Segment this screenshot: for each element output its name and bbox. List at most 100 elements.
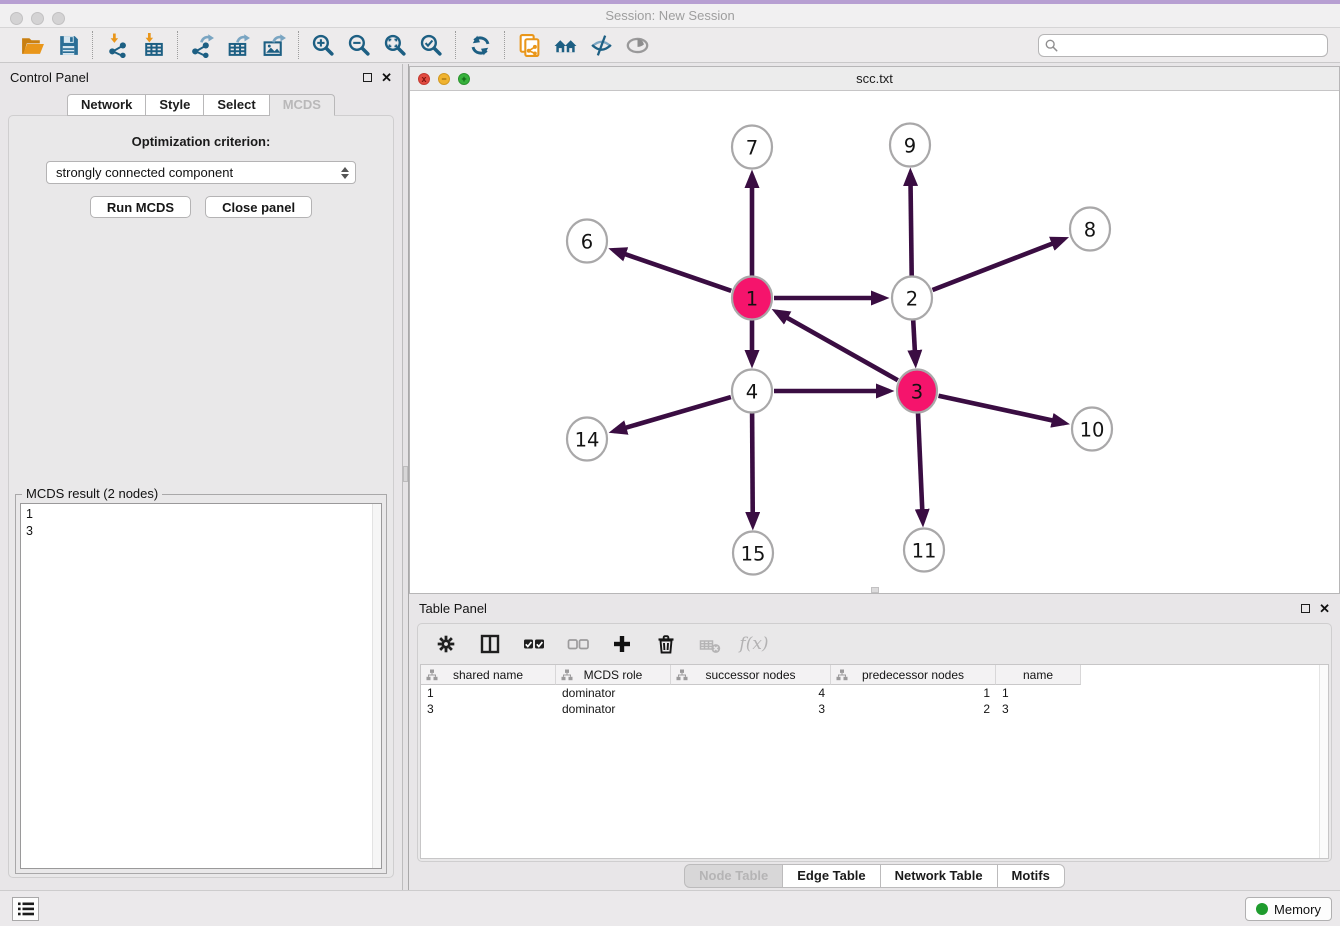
export-image-button[interactable]	[259, 31, 289, 59]
table-cell[interactable]: 3	[421, 701, 556, 717]
optimization-criterion-select[interactable]: strongly connected component	[46, 161, 356, 184]
refresh-view-button[interactable]	[465, 31, 495, 59]
panel-splitter-vertical[interactable]	[402, 64, 409, 890]
column-header-shared-name[interactable]: shared name	[421, 665, 556, 685]
control-panel-float-icon[interactable]	[363, 73, 372, 82]
table-panel-float-icon[interactable]	[1301, 604, 1310, 613]
network-view-titlebar[interactable]: x − + scc.txt	[410, 67, 1339, 91]
show-columns-button[interactable]	[478, 632, 502, 656]
network-close-icon[interactable]: x	[418, 73, 430, 85]
edge-1-6[interactable]	[614, 250, 732, 291]
table-cell[interactable]: 2	[831, 701, 996, 717]
table-scrollbar[interactable]	[1319, 665, 1328, 858]
splitter-grip-icon[interactable]	[403, 466, 408, 482]
tab-node-table[interactable]: Node Table	[684, 864, 783, 888]
table-row[interactable]: 1dominator411	[421, 685, 1328, 701]
tab-edge-table[interactable]: Edge Table	[783, 864, 880, 888]
column-header-name[interactable]: name	[996, 665, 1081, 685]
edge-2-8[interactable]	[933, 239, 1064, 290]
save-session-button[interactable]	[53, 31, 83, 59]
column-header-MCDS-role[interactable]: MCDS role	[556, 665, 671, 685]
window-traffic-lights[interactable]	[10, 12, 65, 25]
table-cell[interactable]: 3	[671, 701, 831, 717]
node-4[interactable]: 4	[732, 370, 772, 413]
mcds-result-scrollbar[interactable]	[372, 504, 381, 868]
table-cell[interactable]: 1	[996, 685, 1081, 701]
show-all-button[interactable]	[622, 31, 652, 59]
window-zoom-icon[interactable]	[52, 12, 65, 25]
table-cell[interactable]: dominator	[556, 701, 671, 717]
mcds-result-title: MCDS result (2 nodes)	[22, 486, 162, 501]
export-network-button[interactable]	[187, 31, 217, 59]
import-network-button[interactable]	[102, 31, 132, 59]
edge-3-1[interactable]	[776, 312, 897, 381]
table-cell[interactable]: 3	[996, 701, 1081, 717]
delete-column-button[interactable]	[654, 632, 678, 656]
tab-mcds[interactable]: MCDS	[270, 94, 335, 116]
network-minimize-icon[interactable]: −	[438, 73, 450, 85]
network-canvas[interactable]: 7 9 6 8 1 2 4 3 14 10 15 11	[410, 91, 1339, 593]
hide-selected-button[interactable]	[586, 31, 616, 59]
table-row[interactable]: 3dominator323	[421, 701, 1328, 717]
zoom-selected-button[interactable]	[416, 31, 446, 59]
edge-2-3[interactable]	[913, 320, 915, 363]
table-cell[interactable]: 4	[671, 685, 831, 701]
export-table-button[interactable]	[223, 31, 253, 59]
search-input[interactable]	[1038, 34, 1328, 57]
tab-motifs[interactable]: Motifs	[998, 864, 1065, 888]
edge-3-10[interactable]	[939, 396, 1065, 423]
first-neighbors-button[interactable]	[550, 31, 580, 59]
table-panel: Table Panel ✕ f(x) shared name MCDS role…	[409, 595, 1340, 890]
deselect-all-checks-icon	[567, 633, 589, 655]
add-column-button[interactable]	[610, 632, 634, 656]
open-session-button[interactable]	[17, 31, 47, 59]
node-3[interactable]: 3	[897, 370, 937, 413]
window-close-icon[interactable]	[10, 12, 23, 25]
table-panel-body: f(x) shared name MCDS role successor nod…	[417, 623, 1332, 862]
zoom-fit-button[interactable]	[380, 31, 410, 59]
edge-2-9[interactable]	[910, 173, 911, 276]
node-1[interactable]: 1	[732, 277, 772, 320]
memory-button[interactable]: Memory	[1245, 897, 1332, 921]
window-minimize-icon[interactable]	[31, 12, 44, 25]
run-mcds-button[interactable]: Run MCDS	[90, 196, 191, 218]
node-6[interactable]: 6	[567, 220, 607, 263]
edge-4-14[interactable]	[614, 397, 731, 431]
table-settings-button[interactable]	[434, 632, 458, 656]
node-8[interactable]: 8	[1070, 208, 1110, 251]
close-panel-button[interactable]: Close panel	[205, 196, 312, 218]
column-header-predecessor-nodes[interactable]: predecessor nodes	[831, 665, 996, 685]
tab-select[interactable]: Select	[204, 94, 269, 116]
node-10[interactable]: 10	[1072, 408, 1112, 451]
zoom-out-button[interactable]	[344, 31, 374, 59]
node-2[interactable]: 2	[892, 277, 932, 320]
duplicate-network-button[interactable]	[514, 31, 544, 59]
search-icon	[1045, 39, 1058, 52]
tab-network-table[interactable]: Network Table	[881, 864, 998, 888]
edge-4-15[interactable]	[752, 413, 753, 525]
table-panel-close-icon[interactable]: ✕	[1319, 602, 1330, 615]
edge-3-11[interactable]	[918, 413, 923, 522]
import-table-icon	[141, 33, 166, 58]
tab-style[interactable]: Style	[146, 94, 204, 116]
node-14[interactable]: 14	[567, 418, 607, 461]
table-cell[interactable]: 1	[421, 685, 556, 701]
table-cell[interactable]: dominator	[556, 685, 671, 701]
splitter-grip-horizontal-icon[interactable]	[871, 587, 879, 593]
node-7[interactable]: 7	[732, 126, 772, 169]
task-history-button[interactable]	[12, 897, 39, 921]
tab-network[interactable]: Network	[67, 94, 146, 116]
select-all-checks-button[interactable]	[522, 632, 546, 656]
deselect-all-checks-button[interactable]	[566, 632, 590, 656]
network-maximize-icon[interactable]: +	[458, 73, 470, 85]
zoom-in-button[interactable]	[308, 31, 338, 59]
mcds-result-text[interactable]: 1 3	[20, 503, 382, 869]
column-header-successor-nodes[interactable]: successor nodes	[671, 665, 831, 685]
control-panel-close-icon[interactable]: ✕	[381, 71, 392, 84]
node-9[interactable]: 9	[890, 124, 930, 167]
import-table-button[interactable]	[138, 31, 168, 59]
node-11[interactable]: 11	[904, 529, 944, 572]
node-15[interactable]: 15	[733, 532, 773, 575]
zoom-in-icon	[311, 33, 336, 58]
table-cell[interactable]: 1	[831, 685, 996, 701]
